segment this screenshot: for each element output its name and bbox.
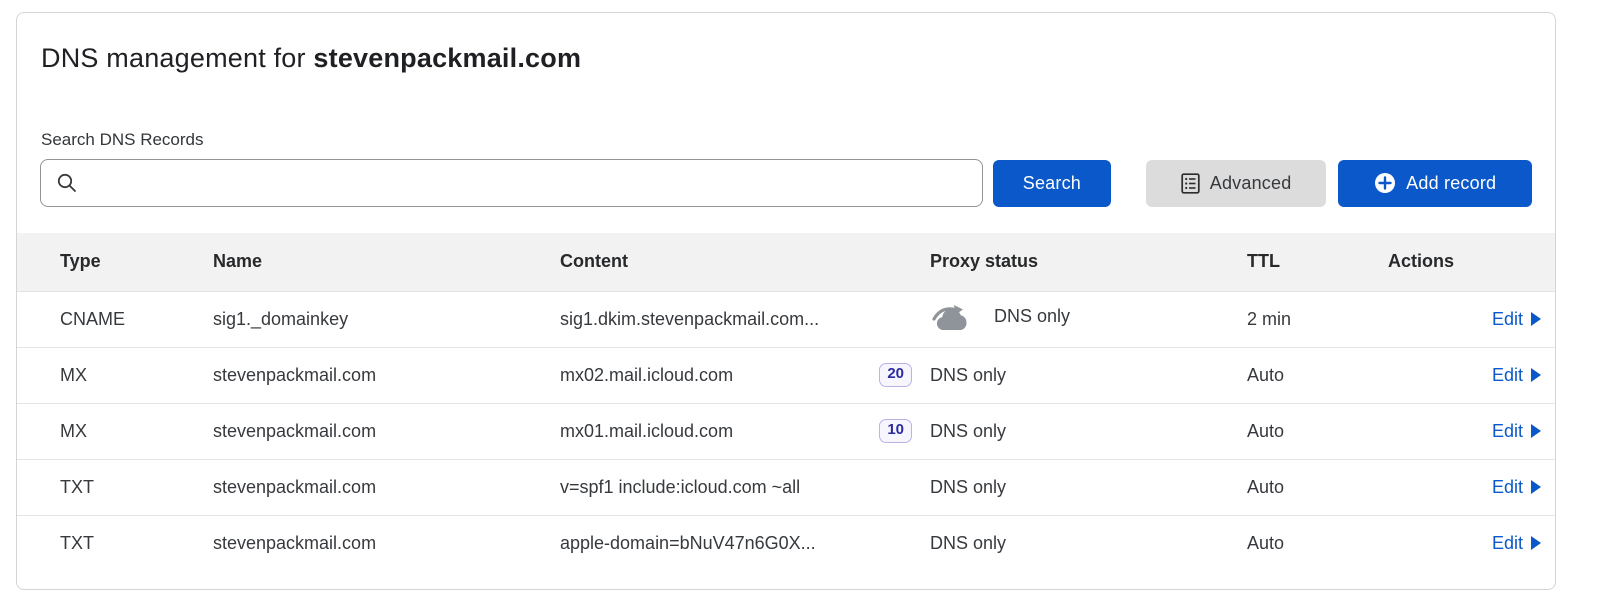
record-type: TXT	[17, 459, 213, 515]
record-type: CNAME	[17, 291, 213, 347]
record-ttl: 2 min	[1247, 291, 1388, 347]
list-document-icon	[1181, 173, 1200, 194]
proxy-status-text: DNS only	[994, 306, 1070, 327]
column-header-name: Name	[213, 233, 560, 291]
search-label: Search DNS Records	[41, 130, 1531, 150]
edit-record-button[interactable]: Edit	[1492, 477, 1541, 498]
proxy-status-text: DNS only	[930, 533, 1006, 553]
record-content: v=spf1 include:icloud.com ~all	[560, 477, 800, 498]
column-header-content: Content	[560, 233, 922, 291]
table-row: MX stevenpackmail.com mx02.mail.icloud.c…	[17, 347, 1555, 403]
edit-record-button[interactable]: Edit	[1492, 365, 1541, 386]
table-row: TXT stevenpackmail.com apple-domain=bNuV…	[17, 515, 1555, 571]
edit-label: Edit	[1492, 365, 1523, 386]
edit-record-button[interactable]: Edit	[1492, 533, 1541, 554]
dns-records-table: Type Name Content Proxy status TTL Actio…	[17, 233, 1555, 571]
search-box	[40, 159, 983, 207]
search-input[interactable]	[40, 159, 983, 207]
chevron-right-icon	[1530, 536, 1541, 550]
record-content: mx02.mail.icloud.com	[560, 365, 733, 386]
edit-label: Edit	[1492, 421, 1523, 442]
chevron-right-icon	[1530, 368, 1541, 382]
record-type: MX	[17, 403, 213, 459]
add-record-button[interactable]: Add record	[1338, 160, 1532, 207]
mx-priority-badge: 10	[879, 419, 912, 443]
mx-priority-badge: 20	[879, 363, 912, 387]
plus-circle-icon	[1374, 172, 1396, 194]
edit-label: Edit	[1492, 477, 1523, 498]
record-name: sig1._domainkey	[213, 291, 560, 347]
column-header-proxy-status: Proxy status	[922, 233, 1247, 291]
record-name: stevenpackmail.com	[213, 347, 560, 403]
proxy-status-text: DNS only	[930, 365, 1006, 385]
search-button[interactable]: Search	[993, 160, 1111, 207]
add-record-button-label: Add record	[1406, 173, 1496, 194]
column-header-type: Type	[17, 233, 213, 291]
edit-record-button[interactable]: Edit	[1492, 309, 1541, 330]
page-title-prefix: DNS management for	[41, 43, 313, 73]
record-ttl: Auto	[1247, 403, 1388, 459]
record-name: stevenpackmail.com	[213, 459, 560, 515]
edit-record-button[interactable]: Edit	[1492, 421, 1541, 442]
table-header-row: Type Name Content Proxy status TTL Actio…	[17, 233, 1555, 291]
record-ttl: Auto	[1247, 515, 1388, 571]
record-type: MX	[17, 347, 213, 403]
page-title-domain: stevenpackmail.com	[313, 43, 581, 73]
record-content: mx01.mail.icloud.com	[560, 421, 733, 442]
search-icon	[56, 172, 78, 194]
page-title: DNS management for stevenpackmail.com	[41, 43, 1531, 74]
record-ttl: Auto	[1247, 459, 1388, 515]
record-type: TXT	[17, 515, 213, 571]
chevron-right-icon	[1530, 480, 1541, 494]
table-row: TXT stevenpackmail.com v=spf1 include:ic…	[17, 459, 1555, 515]
chevron-right-icon	[1530, 424, 1541, 438]
record-name: stevenpackmail.com	[213, 403, 560, 459]
record-content: apple-domain=bNuV47n6G0X...	[560, 533, 816, 554]
proxy-status-text: DNS only	[930, 477, 1006, 497]
column-header-ttl: TTL	[1247, 233, 1388, 291]
table-row: MX stevenpackmail.com mx01.mail.icloud.c…	[17, 403, 1555, 459]
chevron-right-icon	[1530, 312, 1541, 326]
edit-label: Edit	[1492, 309, 1523, 330]
advanced-button-label: Advanced	[1210, 173, 1292, 194]
table-row: CNAME sig1._domainkey sig1.dkim.stevenpa…	[17, 291, 1555, 347]
record-content: sig1.dkim.stevenpackmail.com...	[560, 309, 819, 330]
column-header-actions: Actions	[1388, 233, 1555, 291]
proxy-status-text: DNS only	[930, 421, 1006, 441]
dns-management-card: DNS management for stevenpackmail.com Se…	[16, 12, 1556, 590]
record-name: stevenpackmail.com	[213, 515, 560, 571]
record-ttl: Auto	[1247, 347, 1388, 403]
edit-label: Edit	[1492, 533, 1523, 554]
proxy-disabled-cloud-icon	[930, 302, 976, 332]
controls-row: Search Advanced	[40, 159, 1532, 207]
advanced-button[interactable]: Advanced	[1146, 160, 1327, 207]
